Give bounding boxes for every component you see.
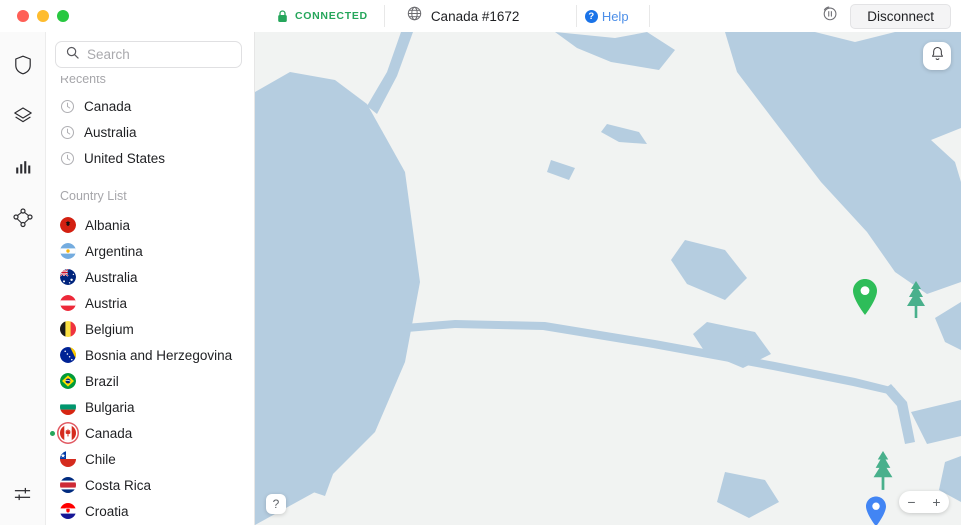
country-item-canada[interactable]: Canada — [46, 420, 254, 446]
country-item-argentina[interactable]: Argentina — [46, 238, 254, 264]
flag-costarica-icon — [60, 477, 76, 493]
flag-albania-icon — [60, 217, 76, 233]
flag-brazil-icon — [60, 373, 76, 389]
flag-croatia-icon — [60, 503, 76, 519]
globe-icon — [407, 6, 422, 26]
pause-circle-icon — [821, 5, 838, 27]
title-bar: CONNECTED Canada #1672 ? Help Disconnect — [0, 0, 961, 32]
close-window-button[interactable] — [17, 10, 29, 22]
location-pin[interactable] — [861, 494, 891, 525]
country-label: Argentina — [85, 243, 143, 259]
help-label: Help — [601, 8, 629, 24]
map-zoom-controls: − + — [899, 491, 949, 513]
country-label: Chile — [85, 451, 116, 467]
notifications-button[interactable] — [923, 42, 951, 70]
clock-icon — [60, 99, 75, 114]
flag-austria-icon — [60, 295, 76, 311]
recent-item-canada[interactable]: Canada — [46, 93, 254, 119]
country-label: Canada — [85, 425, 133, 441]
country-list-section-label: Country List — [60, 189, 127, 203]
vpn-app-window: CONNECTED Canada #1672 ? Help Disconnect… — [0, 0, 961, 525]
sidebar-item-layers[interactable] — [6, 101, 40, 135]
sliders-icon — [13, 486, 32, 507]
country-item-austria[interactable]: Austria — [46, 290, 254, 316]
country-label: Albania — [85, 217, 131, 233]
tree-icon — [871, 450, 895, 497]
bell-icon — [930, 46, 945, 67]
country-label: Costa Rica — [85, 477, 152, 493]
flag-bosnia-icon — [60, 347, 76, 363]
pause-button[interactable] — [812, 3, 846, 29]
zoom-out-button[interactable]: − — [899, 495, 924, 509]
connection-indicator-dot — [50, 430, 55, 436]
minimize-window-button[interactable] — [37, 10, 49, 22]
search-box[interactable] — [55, 41, 242, 68]
recent-item-united-states[interactable]: United States — [46, 145, 254, 171]
help-badge-icon: ? — [584, 9, 598, 23]
country-item-belgium[interactable]: Belgium — [46, 316, 254, 342]
question-mark-icon: ? — [272, 497, 280, 511]
sidebar-item-protection[interactable] — [6, 50, 40, 84]
flag-bulgaria-icon — [60, 399, 76, 415]
country-label: Australia — [85, 269, 138, 285]
rail-bottom-area — [0, 479, 45, 513]
country-item-bosnia-and-herzegovina[interactable]: Bosnia and Herzegovina — [46, 342, 254, 368]
country-label: Bulgaria — [85, 399, 135, 415]
flag-belgium-icon — [60, 321, 76, 337]
flag-chile-icon — [60, 451, 76, 467]
connection-status: CONNECTED — [263, 5, 385, 27]
country-item-brazil[interactable]: Brazil — [46, 368, 254, 394]
country-item-australia[interactable]: Australia — [46, 264, 254, 290]
map-canvas[interactable]: ? − + — [255, 32, 961, 525]
window-traffic-lights — [0, 10, 255, 22]
status-label: CONNECTED — [295, 10, 368, 22]
help-button[interactable]: ? Help — [577, 5, 650, 27]
map-help-button[interactable]: ? — [266, 494, 286, 514]
country-item-costa-rica[interactable]: Costa Rica — [46, 472, 254, 498]
mesh-network-icon — [12, 207, 33, 233]
country-item-chile[interactable]: Chile — [46, 446, 254, 472]
search-icon — [66, 46, 79, 64]
lock-icon — [277, 9, 288, 23]
recent-item-australia[interactable]: Australia — [46, 119, 254, 145]
country-list-scroll[interactable]: Recents Canada Australia United States C… — [46, 32, 254, 525]
flag-canada-icon — [60, 425, 76, 441]
icon-rail — [0, 32, 46, 525]
zoom-in-button[interactable]: + — [924, 495, 949, 509]
search-container — [46, 32, 254, 76]
sidebar-item-meshnet[interactable] — [6, 203, 40, 237]
app-body: Recents Canada Australia United States C… — [0, 32, 961, 525]
search-input[interactable] — [87, 47, 231, 62]
recent-label: United States — [84, 150, 166, 166]
recent-label: Canada — [84, 98, 132, 114]
tree-icon — [905, 280, 927, 325]
shield-icon — [14, 55, 32, 80]
server-selector[interactable]: Canada #1672 — [385, 5, 577, 27]
flag-australia-icon — [60, 269, 76, 285]
layers-icon — [13, 106, 33, 131]
clock-icon — [60, 125, 75, 140]
sidebar-item-statistics[interactable] — [6, 152, 40, 186]
settings-button[interactable] — [6, 479, 40, 513]
server-pin[interactable] — [847, 276, 883, 322]
disconnect-button[interactable]: Disconnect — [850, 3, 951, 29]
flag-argentina-icon — [60, 243, 76, 259]
country-item-croatia[interactable]: Croatia — [46, 498, 254, 524]
country-label: Belgium — [85, 321, 134, 337]
country-label: Brazil — [85, 373, 119, 389]
server-label: Canada #1672 — [430, 8, 520, 24]
country-item-bulgaria[interactable]: Bulgaria — [46, 394, 254, 420]
country-sidebar: Recents Canada Australia United States C… — [46, 32, 255, 525]
maximize-window-button[interactable] — [57, 10, 69, 22]
country-label: Croatia — [85, 503, 129, 519]
country-label: Austria — [85, 295, 128, 311]
clock-icon — [60, 151, 75, 166]
toolbar: CONNECTED Canada #1672 ? Help Disconnect — [255, 0, 961, 32]
country-label: Bosnia and Herzegovina — [85, 347, 233, 363]
country-item-albania[interactable]: Albania — [46, 212, 254, 238]
bar-chart-icon — [15, 158, 31, 180]
recent-label: Australia — [84, 124, 137, 140]
